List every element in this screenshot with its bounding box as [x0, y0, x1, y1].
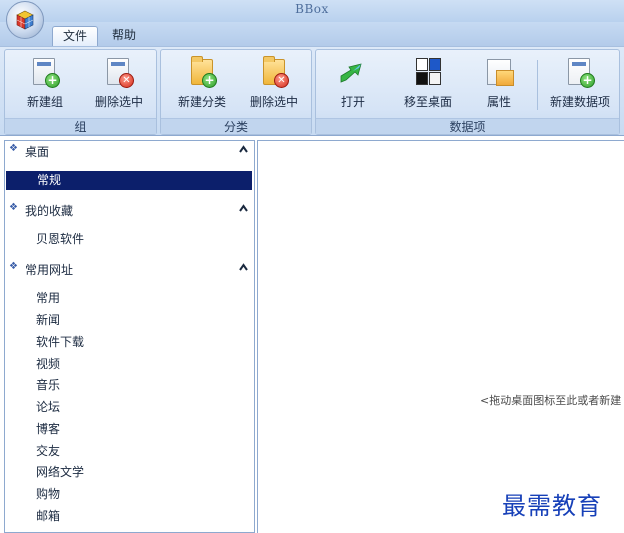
- new-group-button[interactable]: + 新建组: [11, 54, 79, 116]
- section-bullet-icon: ❖: [9, 261, 18, 272]
- new-data-item-button[interactable]: + 新建数据项: [542, 54, 618, 116]
- sidebar-item-blog[interactable]: 博客: [5, 420, 254, 439]
- section-bullet-icon: ❖: [9, 202, 18, 213]
- properties-button[interactable]: 属性: [470, 54, 528, 116]
- app-cube-icon: [16, 10, 34, 30]
- ribbon-tabs: 文件 帮助: [0, 22, 624, 46]
- ribbon-group-data-item: 打开 移至桌面 属性 + 新建数据项 数据项: [315, 49, 620, 135]
- tab-file[interactable]: 文件: [52, 26, 99, 46]
- sidebar-section-desktop[interactable]: ❖ 桌面: [5, 141, 254, 161]
- delete-group-button[interactable]: ✕ 删除选中: [85, 54, 153, 116]
- delete-category-icon: ✕: [258, 56, 290, 88]
- properties-label: 属性: [486, 95, 511, 109]
- section-title: 常用网址: [25, 263, 74, 277]
- ribbon-group-group: + 新建组 ✕ 删除选中 组: [4, 49, 157, 135]
- new-category-label: 新建分类: [177, 95, 226, 109]
- sidebar-item-dating[interactable]: 交友: [5, 442, 254, 461]
- delete-category-label: 删除选中: [249, 95, 298, 109]
- chevron-up-icon[interactable]: [239, 145, 248, 154]
- group-label-data-item: 数据项: [316, 118, 619, 134]
- ribbon: + 新建组 ✕ 删除选中 组 + 新建分类 ✕ 删除选中 分类 打开 移至桌面 …: [0, 46, 624, 136]
- properties-icon: [483, 56, 515, 88]
- title-bar: BBox: [0, 0, 624, 22]
- group-label-group: 组: [5, 118, 156, 134]
- new-data-item-label: 新建数据项: [549, 95, 610, 109]
- sidebar-item-music[interactable]: 音乐: [5, 376, 254, 395]
- drop-hint-text: <拖动桌面图标至此或者新建: [480, 394, 622, 407]
- new-category-button[interactable]: + 新建分类: [167, 54, 237, 116]
- move-to-desktop-label: 移至桌面: [403, 95, 452, 109]
- group-label-category: 分类: [161, 118, 311, 134]
- new-group-icon: +: [29, 56, 61, 88]
- sidebar-item-general[interactable]: 常规: [6, 171, 252, 190]
- open-arrow-icon: [337, 56, 369, 88]
- content-pane[interactable]: <拖动桌面图标至此或者新建: [257, 140, 624, 533]
- chevron-up-icon[interactable]: [239, 204, 248, 213]
- sidebar-item-forum[interactable]: 论坛: [5, 398, 254, 417]
- delete-group-icon: ✕: [103, 56, 135, 88]
- new-category-icon: +: [186, 56, 218, 88]
- open-button[interactable]: 打开: [322, 54, 384, 116]
- new-data-item-icon: +: [564, 56, 596, 88]
- tab-help[interactable]: 帮助: [102, 26, 146, 46]
- sidebar: ❖ 桌面 常规 ❖ 我的收藏 贝恩软件 ❖ 常用网址 常用 新闻 软件下载 视频…: [4, 140, 255, 533]
- section-title: 我的收藏: [25, 204, 74, 218]
- sidebar-item-bain-software[interactable]: 贝恩软件: [5, 230, 254, 249]
- sidebar-section-common-urls[interactable]: ❖ 常用网址: [5, 259, 254, 279]
- sidebar-item-web-literature[interactable]: 网络文学: [5, 463, 254, 482]
- sidebar-item-software-download[interactable]: 软件下载: [5, 333, 254, 352]
- app-menu-button[interactable]: [6, 1, 44, 39]
- sidebar-section-favorites[interactable]: ❖ 我的收藏: [5, 200, 254, 220]
- chevron-up-icon[interactable]: [239, 263, 248, 272]
- delete-category-button[interactable]: ✕ 删除选中: [239, 54, 309, 116]
- sidebar-item-news[interactable]: 新闻: [5, 311, 254, 330]
- watermark: 最需教育: [502, 492, 602, 520]
- window-title: BBox: [295, 2, 329, 16]
- new-group-label: 新建组: [26, 95, 63, 109]
- open-label: 打开: [340, 95, 365, 109]
- delete-group-label: 删除选中: [94, 95, 143, 109]
- section-title: 桌面: [25, 145, 50, 159]
- move-to-desktop-icon: [412, 56, 444, 88]
- move-to-desktop-button[interactable]: 移至桌面: [392, 54, 464, 116]
- sidebar-item-shopping[interactable]: 购物: [5, 485, 254, 504]
- sidebar-item-video[interactable]: 视频: [5, 355, 254, 374]
- sidebar-item-common[interactable]: 常用: [5, 289, 254, 308]
- ribbon-group-category: + 新建分类 ✕ 删除选中 分类: [160, 49, 312, 135]
- ribbon-separator: [537, 60, 538, 110]
- sidebar-item-mailbox[interactable]: 邮箱: [5, 507, 254, 526]
- section-bullet-icon: ❖: [9, 143, 18, 154]
